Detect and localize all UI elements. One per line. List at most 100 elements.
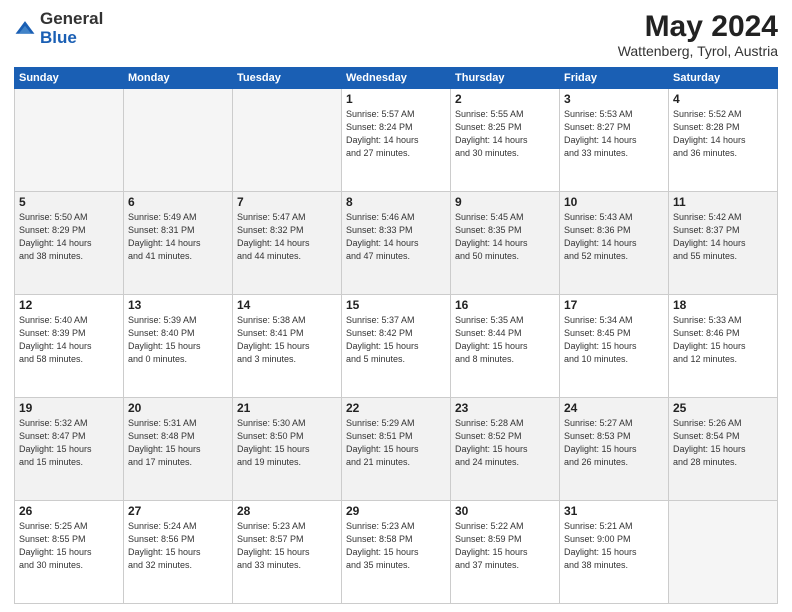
day-number: 27 — [128, 504, 228, 518]
calendar-week-row: 26 Sunrise: 5:25 AM Sunset: 8:55 PM Dayli… — [15, 501, 778, 604]
weekday-header-tuesday: Tuesday — [233, 68, 342, 89]
day-info: Sunrise: 5:28 AM Sunset: 8:52 PM Dayligh… — [455, 417, 555, 469]
calendar-cell: 5 Sunrise: 5:50 AM Sunset: 8:29 PM Daylig… — [15, 192, 124, 295]
day-number: 22 — [346, 401, 446, 415]
day-info: Sunrise: 5:53 AM Sunset: 8:27 PM Dayligh… — [564, 108, 664, 160]
day-info: Sunrise: 5:29 AM Sunset: 8:51 PM Dayligh… — [346, 417, 446, 469]
logo-icon — [14, 18, 36, 40]
location-subtitle: Wattenberg, Tyrol, Austria — [618, 43, 778, 59]
day-number: 3 — [564, 92, 664, 106]
logo: General Blue — [14, 10, 103, 47]
calendar-cell: 22 Sunrise: 5:29 AM Sunset: 8:51 PM Dayli… — [342, 398, 451, 501]
calendar-cell: 21Sunrise: 5:30 AM Sunset: 8:50 PM Dayli… — [233, 398, 342, 501]
day-number: 28 — [237, 504, 337, 518]
day-info: Sunrise: 5:50 AM Sunset: 8:29 PM Dayligh… — [19, 211, 119, 263]
day-number: 15 — [346, 298, 446, 312]
day-number: 6 — [128, 195, 228, 209]
day-info: Sunrise: 5:42 AM Sunset: 8:37 PM Dayligh… — [673, 211, 773, 263]
calendar-cell: 8Sunrise: 5:46 AM Sunset: 8:33 PM Daylig… — [342, 192, 451, 295]
day-info: Sunrise: 5:55 AM Sunset: 8:25 PM Dayligh… — [455, 108, 555, 160]
calendar-cell — [233, 89, 342, 192]
calendar-cell — [15, 89, 124, 192]
day-number: 29 — [346, 504, 446, 518]
calendar-cell: 13Sunrise: 5:39 AM Sunset: 8:40 PM Dayli… — [124, 295, 233, 398]
day-number: 18 — [673, 298, 773, 312]
day-info: Sunrise: 5:46 AM Sunset: 8:33 PM Dayligh… — [346, 211, 446, 263]
day-info: Sunrise: 5:32 AM Sunset: 8:47 PM Dayligh… — [19, 417, 119, 469]
calendar-cell: 27 Sunrise: 5:24 AM Sunset: 8:56 PM Dayli… — [124, 501, 233, 604]
calendar-header: SundayMondayTuesdayWednesdayThursdayFrid… — [15, 68, 778, 89]
day-info: Sunrise: 5:45 AM Sunset: 8:35 PM Dayligh… — [455, 211, 555, 263]
day-number: 16 — [455, 298, 555, 312]
calendar-cell: 17Sunrise: 5:34 AM Sunset: 8:45 PM Dayli… — [560, 295, 669, 398]
calendar-cell: 2Sunrise: 5:55 AM Sunset: 8:25 PM Daylig… — [451, 89, 560, 192]
day-number: 14 — [237, 298, 337, 312]
calendar-week-row: 12Sunrise: 5:40 AM Sunset: 8:39 PM Dayli… — [15, 295, 778, 398]
day-number: 24 — [564, 401, 664, 415]
day-info: Sunrise: 5:57 AM Sunset: 8:24 PM Dayligh… — [346, 108, 446, 160]
day-info: Sunrise: 5:24 AM Sunset: 8:56 PM Dayligh… — [128, 520, 228, 572]
day-info: Sunrise: 5:49 AM Sunset: 8:31 PM Dayligh… — [128, 211, 228, 263]
weekday-header-row: SundayMondayTuesdayWednesdayThursdayFrid… — [15, 68, 778, 89]
month-year-title: May 2024 — [618, 10, 778, 43]
page: General Blue May 2024 Wattenberg, Tyrol,… — [0, 0, 792, 612]
day-number: 20 — [128, 401, 228, 415]
calendar-cell: 30Sunrise: 5:22 AM Sunset: 8:59 PM Dayli… — [451, 501, 560, 604]
day-number: 4 — [673, 92, 773, 106]
day-number: 23 — [455, 401, 555, 415]
calendar-cell: 1Sunrise: 5:57 AM Sunset: 8:24 PM Daylig… — [342, 89, 451, 192]
day-info: Sunrise: 5:27 AM Sunset: 8:53 PM Dayligh… — [564, 417, 664, 469]
day-info: Sunrise: 5:52 AM Sunset: 8:28 PM Dayligh… — [673, 108, 773, 160]
calendar-cell: 15 Sunrise: 5:37 AM Sunset: 8:42 PM Dayli… — [342, 295, 451, 398]
calendar-cell: 6 Sunrise: 5:49 AM Sunset: 8:31 PM Daylig… — [124, 192, 233, 295]
day-info: Sunrise: 5:37 AM Sunset: 8:42 PM Dayligh… — [346, 314, 446, 366]
calendar-cell: 10 Sunrise: 5:43 AM Sunset: 8:36 PM Dayli… — [560, 192, 669, 295]
calendar-cell: 20 Sunrise: 5:31 AM Sunset: 8:48 PM Dayli… — [124, 398, 233, 501]
day-number: 10 — [564, 195, 664, 209]
day-info: Sunrise: 5:34 AM Sunset: 8:45 PM Dayligh… — [564, 314, 664, 366]
calendar-cell: 31 Sunrise: 5:21 AM Sunset: 9:00 PM Dayli… — [560, 501, 669, 604]
day-info: Sunrise: 5:26 AM Sunset: 8:54 PM Dayligh… — [673, 417, 773, 469]
day-info: Sunrise: 5:43 AM Sunset: 8:36 PM Dayligh… — [564, 211, 664, 263]
calendar-cell — [669, 501, 778, 604]
calendar-week-row: 1Sunrise: 5:57 AM Sunset: 8:24 PM Daylig… — [15, 89, 778, 192]
weekday-header-thursday: Thursday — [451, 68, 560, 89]
day-info: Sunrise: 5:33 AM Sunset: 8:46 PM Dayligh… — [673, 314, 773, 366]
day-info: Sunrise: 5:25 AM Sunset: 8:55 PM Dayligh… — [19, 520, 119, 572]
day-info: Sunrise: 5:35 AM Sunset: 8:44 PM Dayligh… — [455, 314, 555, 366]
calendar-week-row: 19 Sunrise: 5:32 AM Sunset: 8:47 PM Dayli… — [15, 398, 778, 501]
calendar-cell: 7Sunrise: 5:47 AM Sunset: 8:32 PM Daylig… — [233, 192, 342, 295]
day-number: 19 — [19, 401, 119, 415]
calendar-cell: 28 Sunrise: 5:23 AM Sunset: 8:57 PM Dayli… — [233, 501, 342, 604]
day-number: 31 — [564, 504, 664, 518]
day-number: 12 — [19, 298, 119, 312]
day-info: Sunrise: 5:21 AM Sunset: 9:00 PM Dayligh… — [564, 520, 664, 572]
calendar-week-row: 5 Sunrise: 5:50 AM Sunset: 8:29 PM Daylig… — [15, 192, 778, 295]
day-number: 13 — [128, 298, 228, 312]
day-info: Sunrise: 5:38 AM Sunset: 8:41 PM Dayligh… — [237, 314, 337, 366]
weekday-header-wednesday: Wednesday — [342, 68, 451, 89]
calendar-cell: 23 Sunrise: 5:28 AM Sunset: 8:52 PM Dayli… — [451, 398, 560, 501]
day-info: Sunrise: 5:47 AM Sunset: 8:32 PM Dayligh… — [237, 211, 337, 263]
weekday-header-sunday: Sunday — [15, 68, 124, 89]
calendar-cell: 29Sunrise: 5:23 AM Sunset: 8:58 PM Dayli… — [342, 501, 451, 604]
calendar-cell: 12Sunrise: 5:40 AM Sunset: 8:39 PM Dayli… — [15, 295, 124, 398]
calendar-cell: 3 Sunrise: 5:53 AM Sunset: 8:27 PM Daylig… — [560, 89, 669, 192]
weekday-header-friday: Friday — [560, 68, 669, 89]
day-number: 25 — [673, 401, 773, 415]
calendar-cell: 26 Sunrise: 5:25 AM Sunset: 8:55 PM Dayli… — [15, 501, 124, 604]
day-info: Sunrise: 5:31 AM Sunset: 8:48 PM Dayligh… — [128, 417, 228, 469]
calendar-cell: 24 Sunrise: 5:27 AM Sunset: 8:53 PM Dayli… — [560, 398, 669, 501]
day-number: 5 — [19, 195, 119, 209]
title-block: May 2024 Wattenberg, Tyrol, Austria — [618, 10, 778, 59]
calendar-cell: 18 Sunrise: 5:33 AM Sunset: 8:46 PM Dayli… — [669, 295, 778, 398]
calendar-cell — [124, 89, 233, 192]
calendar-body: 1Sunrise: 5:57 AM Sunset: 8:24 PM Daylig… — [15, 89, 778, 604]
calendar-cell: 4 Sunrise: 5:52 AM Sunset: 8:28 PM Daylig… — [669, 89, 778, 192]
calendar-cell: 14 Sunrise: 5:38 AM Sunset: 8:41 PM Dayli… — [233, 295, 342, 398]
calendar-cell: 9Sunrise: 5:45 AM Sunset: 8:35 PM Daylig… — [451, 192, 560, 295]
day-number: 26 — [19, 504, 119, 518]
day-info: Sunrise: 5:22 AM Sunset: 8:59 PM Dayligh… — [455, 520, 555, 572]
calendar-table: SundayMondayTuesdayWednesdayThursdayFrid… — [14, 67, 778, 604]
day-info: Sunrise: 5:23 AM Sunset: 8:57 PM Dayligh… — [237, 520, 337, 572]
